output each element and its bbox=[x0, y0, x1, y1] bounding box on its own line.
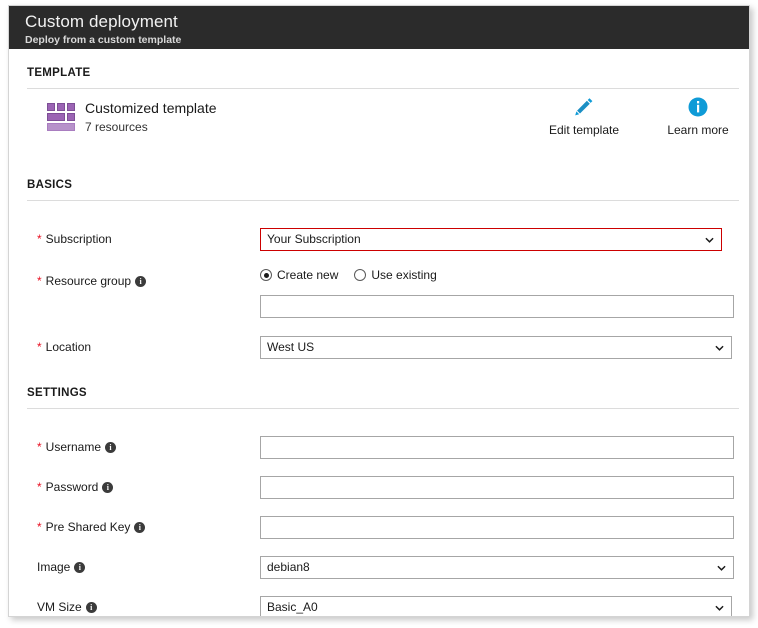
divider-basics bbox=[27, 200, 739, 201]
template-summary-row[interactable]: Customized template 7 resources Edit tem… bbox=[27, 89, 749, 161]
image-value: debian8 bbox=[267, 560, 310, 574]
blade-titlebar: Custom deployment Deploy from a custom t… bbox=[9, 6, 749, 49]
chevron-down-icon bbox=[705, 237, 714, 243]
label-vm-size-text: VM Size bbox=[37, 600, 82, 614]
chevron-down-icon bbox=[717, 565, 726, 571]
username-input[interactable] bbox=[260, 436, 734, 459]
info-icon-image[interactable]: i bbox=[74, 562, 86, 573]
row-subscription: * Subscription Your Subscription bbox=[27, 223, 749, 259]
radio-use-existing[interactable]: Use existing bbox=[354, 268, 437, 282]
resource-group-name-input[interactable] bbox=[260, 295, 734, 318]
template-name: Customized template bbox=[85, 100, 217, 116]
label-password-text: Password bbox=[45, 480, 99, 494]
radio-use-existing-dot bbox=[354, 269, 367, 281]
label-image-text: Image bbox=[37, 560, 71, 574]
radio-create-new-dot bbox=[260, 269, 272, 281]
row-resource-group: * Resource group i Create new Use existing bbox=[27, 265, 749, 323]
label-location-text: Location bbox=[45, 340, 92, 354]
label-username-text: Username bbox=[45, 440, 102, 454]
required-asterisk: * bbox=[37, 340, 42, 354]
template-actions: Edit template Learn more bbox=[545, 93, 737, 137]
vm-size-select[interactable]: Basic_A0 bbox=[260, 596, 732, 616]
screenshot-root: Custom deployment Deploy from a custom t… bbox=[0, 0, 758, 628]
section-header-template: TEMPLATE bbox=[27, 67, 91, 79]
label-pre-shared-key: * Pre Shared Key i bbox=[37, 520, 146, 534]
image-select[interactable]: debian8 bbox=[260, 556, 734, 579]
info-icon-password[interactable]: i bbox=[102, 482, 114, 493]
subscription-select[interactable]: Your Subscription bbox=[260, 228, 722, 251]
required-asterisk: * bbox=[37, 232, 42, 246]
label-vm-size: VM Size i bbox=[37, 600, 97, 614]
row-username: * Username i bbox=[27, 431, 749, 467]
pencil-icon bbox=[545, 93, 623, 121]
info-icon-resource-group[interactable]: i bbox=[135, 276, 147, 287]
row-image: Image i debian8 bbox=[27, 551, 749, 587]
required-asterisk: * bbox=[37, 520, 42, 534]
password-input[interactable] bbox=[260, 476, 734, 499]
required-asterisk: * bbox=[37, 274, 42, 288]
info-icon-vm-size[interactable]: i bbox=[85, 602, 97, 613]
row-password: * Password i bbox=[27, 471, 749, 507]
label-username: * Username i bbox=[37, 440, 117, 454]
edit-template-button[interactable]: Edit template bbox=[545, 93, 623, 137]
section-header-basics: BASICS bbox=[27, 179, 73, 191]
template-resource-count: 7 resources bbox=[85, 120, 148, 134]
info-icon-pre-shared-key[interactable]: i bbox=[134, 522, 146, 533]
section-header-settings: SETTINGS bbox=[27, 387, 87, 399]
location-select[interactable]: West US bbox=[260, 336, 732, 359]
learn-more-label: Learn more bbox=[667, 123, 729, 137]
row-location: * Location West US bbox=[27, 331, 749, 367]
vm-size-value: Basic_A0 bbox=[267, 600, 318, 614]
edit-template-label: Edit template bbox=[548, 123, 620, 137]
learn-more-button[interactable]: Learn more bbox=[659, 93, 737, 137]
chevron-down-icon bbox=[715, 605, 724, 611]
pre-shared-key-input[interactable] bbox=[260, 516, 734, 539]
blade-content: TEMPLATE Customized template 7 resources bbox=[9, 67, 749, 616]
subscription-value: Your Subscription bbox=[267, 232, 361, 246]
label-subscription-text: Subscription bbox=[45, 232, 112, 246]
row-pre-shared-key: * Pre Shared Key i bbox=[27, 511, 749, 547]
label-resource-group-text: Resource group bbox=[45, 274, 132, 288]
page-title: Custom deployment bbox=[25, 12, 178, 31]
location-value: West US bbox=[267, 340, 315, 354]
label-location: * Location bbox=[37, 340, 91, 354]
radio-use-existing-label: Use existing bbox=[371, 268, 437, 282]
radio-create-new-label: Create new bbox=[277, 268, 339, 282]
label-image: Image i bbox=[37, 560, 86, 574]
template-grid-icon bbox=[47, 103, 75, 133]
label-pre-shared-key-text: Pre Shared Key bbox=[45, 520, 131, 534]
label-password: * Password i bbox=[37, 480, 114, 494]
info-icon-username[interactable]: i bbox=[105, 442, 117, 453]
row-vm-size: VM Size i Basic_A0 bbox=[27, 591, 749, 616]
label-resource-group: * Resource group i bbox=[37, 274, 147, 288]
page-subtitle: Deploy from a custom template bbox=[25, 34, 182, 46]
custom-deployment-blade: Custom deployment Deploy from a custom t… bbox=[8, 5, 750, 617]
resource-group-mode-radios: Create new Use existing bbox=[260, 268, 437, 282]
required-asterisk: * bbox=[37, 480, 42, 494]
required-asterisk: * bbox=[37, 440, 42, 454]
radio-create-new[interactable]: Create new bbox=[260, 268, 338, 282]
label-subscription: * Subscription bbox=[37, 232, 112, 246]
divider-settings bbox=[27, 408, 739, 409]
info-circle-icon bbox=[659, 93, 737, 121]
chevron-down-icon bbox=[715, 345, 724, 351]
